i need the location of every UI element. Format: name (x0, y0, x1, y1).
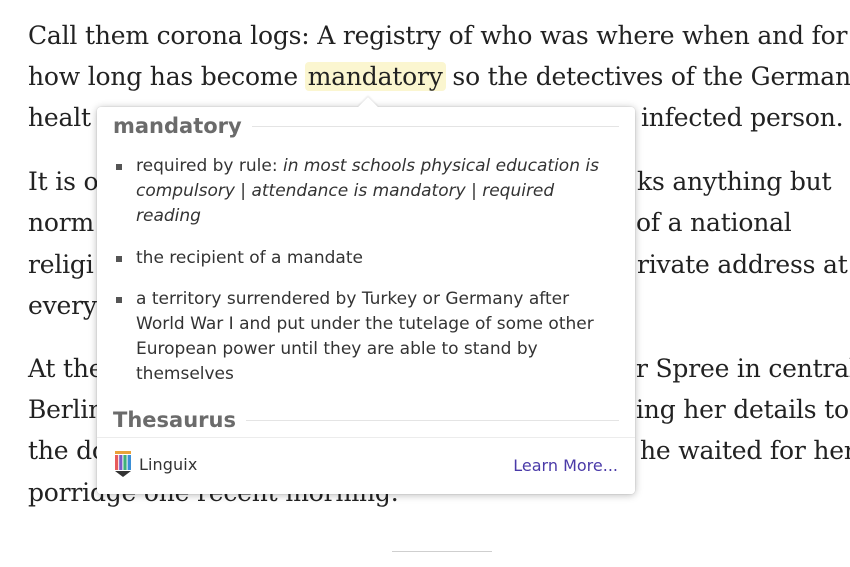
definition-popup: mandatory required by rule: in most scho… (97, 97, 635, 494)
article-line: healt (28, 103, 91, 132)
header-rule (251, 125, 619, 127)
article-line: It is o (28, 167, 99, 196)
article-text: so the detectives of the German (444, 62, 850, 91)
article-line: ks anything but (637, 167, 832, 196)
header-rule (245, 419, 619, 421)
bullet-icon (116, 164, 122, 170)
learn-more-link[interactable]: Learn More... (513, 456, 618, 475)
article-text: how long has become (28, 62, 306, 91)
footer-divider (97, 437, 635, 438)
section-divider (392, 551, 492, 552)
definition-word: mandatory (113, 114, 242, 138)
article-line: how long has become mandatory so the det… (28, 60, 850, 94)
article-line: norm (28, 208, 95, 237)
definition-gloss: a territory surrendered by Turkey or Ger… (136, 289, 594, 384)
article-line: infected person. (641, 103, 844, 132)
article-line: ing her details to (636, 395, 849, 424)
brand-name: Linguix (139, 454, 198, 474)
thesaurus-title[interactable]: Thesaurus (113, 408, 236, 432)
linguix-logo-icon (113, 450, 133, 478)
thesaurus-header: Thesaurus (113, 407, 619, 433)
bullet-icon (116, 297, 122, 303)
article-line: rivate address at (637, 250, 848, 279)
article-line: he waited for her (640, 436, 850, 465)
article-line: At the (28, 354, 104, 383)
article-line: of a national (636, 208, 792, 237)
article-line: every (28, 291, 97, 320)
linguix-brand[interactable]: Linguix (113, 450, 197, 478)
article-line: religi (28, 250, 94, 279)
article-line: the do (28, 436, 107, 465)
definition-gloss: the recipient of a mandate (136, 248, 363, 268)
definition-gloss: required by rule: (136, 156, 283, 176)
definition-header: mandatory (113, 113, 619, 139)
article-line: r Spree in central (636, 354, 850, 383)
article-line: Call them corona logs: A registry of who… (28, 21, 848, 50)
bullet-icon (116, 256, 122, 262)
highlighted-word[interactable]: mandatory (304, 62, 446, 91)
article-line: Berlin (28, 395, 105, 424)
